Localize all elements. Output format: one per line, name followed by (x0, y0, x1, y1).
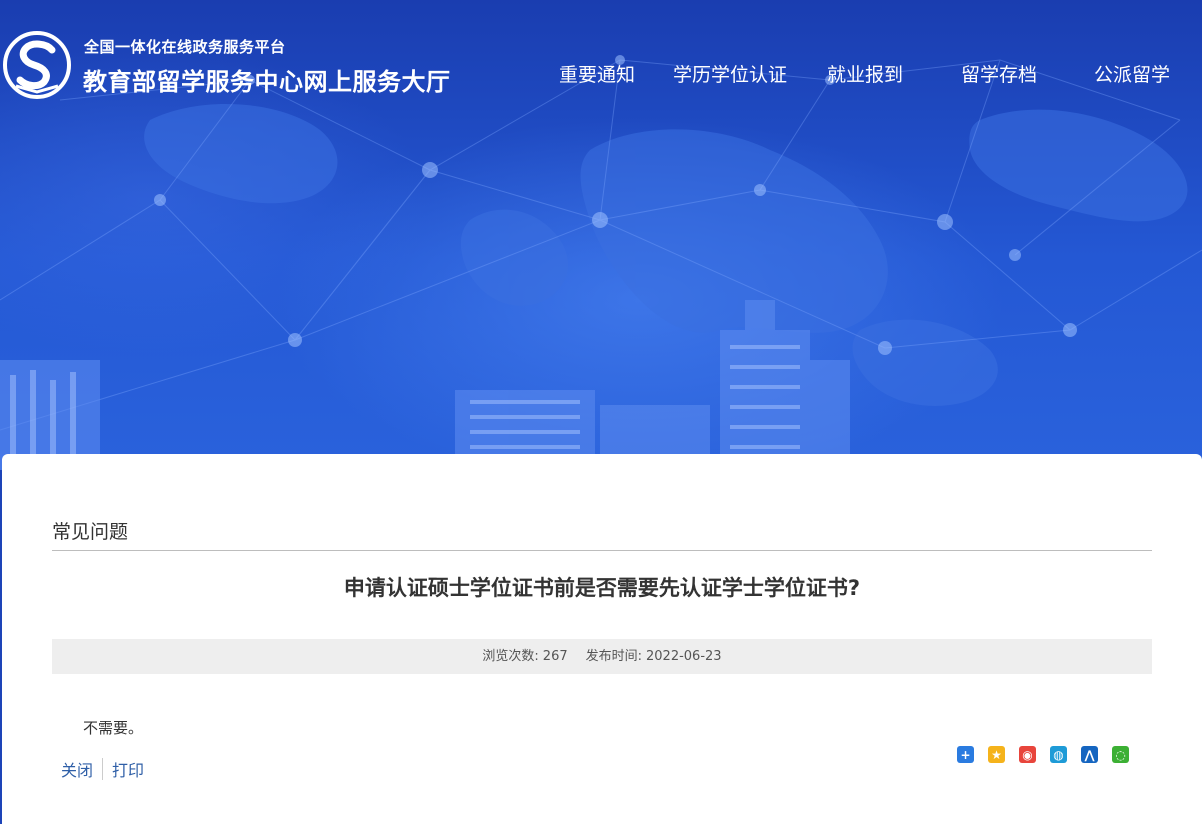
site-header: 全国一体化在线政务服务平台 教育部留学服务中心网上服务大厅 重要通知 学历学位认… (0, 0, 1202, 130)
nav-study-abroad-archive[interactable]: 留学存档 (961, 60, 1037, 87)
renren-icon[interactable]: ⋀ (1081, 746, 1098, 763)
tencent-weibo-icon[interactable]: ◍ (1050, 746, 1067, 763)
wechat-icon[interactable]: ◌ (1112, 746, 1129, 763)
site-logo-icon[interactable] (2, 30, 72, 100)
section-title: 常见问题 (52, 521, 129, 543)
article-actions: 关闭 打印 (61, 757, 153, 781)
site-title[interactable]: 教育部留学服务中心网上服务大厅 (83, 62, 451, 97)
views-label: 浏览次数: (482, 649, 539, 664)
published-date: 2022-06-23 (646, 649, 722, 664)
qzone-icon[interactable]: ★ (988, 746, 1005, 763)
close-link[interactable]: 关闭 (61, 757, 102, 781)
print-link[interactable]: 打印 (112, 757, 153, 781)
content-card: 常见问题 申请认证硕士学位证书前是否需要先认证学士学位证书? 浏览次数: 267 发… (2, 454, 1202, 824)
published-label: 发布时间: (585, 649, 643, 664)
action-separator (102, 758, 104, 780)
nav-important-notice[interactable]: 重要通知 (559, 60, 635, 87)
article-body: 不需要。 (83, 719, 144, 737)
nav-employment-report[interactable]: 就业报到 (827, 60, 903, 87)
article-meta-bar: 浏览次数: 267 发布时间: 2022-06-23 (52, 639, 1152, 674)
share-toolbar: + ★ ◉ ◍ ⋀ ◌ (957, 746, 1143, 764)
nav-degree-verification[interactable]: 学历学位认证 (673, 60, 787, 87)
weibo-icon[interactable]: ◉ (1019, 746, 1036, 763)
nav-government-sponsored[interactable]: 公派留学 (1094, 60, 1170, 87)
share-more-icon[interactable]: + (957, 746, 974, 763)
views-count: 267 (542, 649, 568, 664)
article-title: 申请认证硕士学位证书前是否需要先认证学士学位证书? (343, 576, 861, 600)
platform-subtitle: 全国一体化在线政务服务平台 (84, 38, 286, 56)
section-divider (52, 550, 1152, 551)
